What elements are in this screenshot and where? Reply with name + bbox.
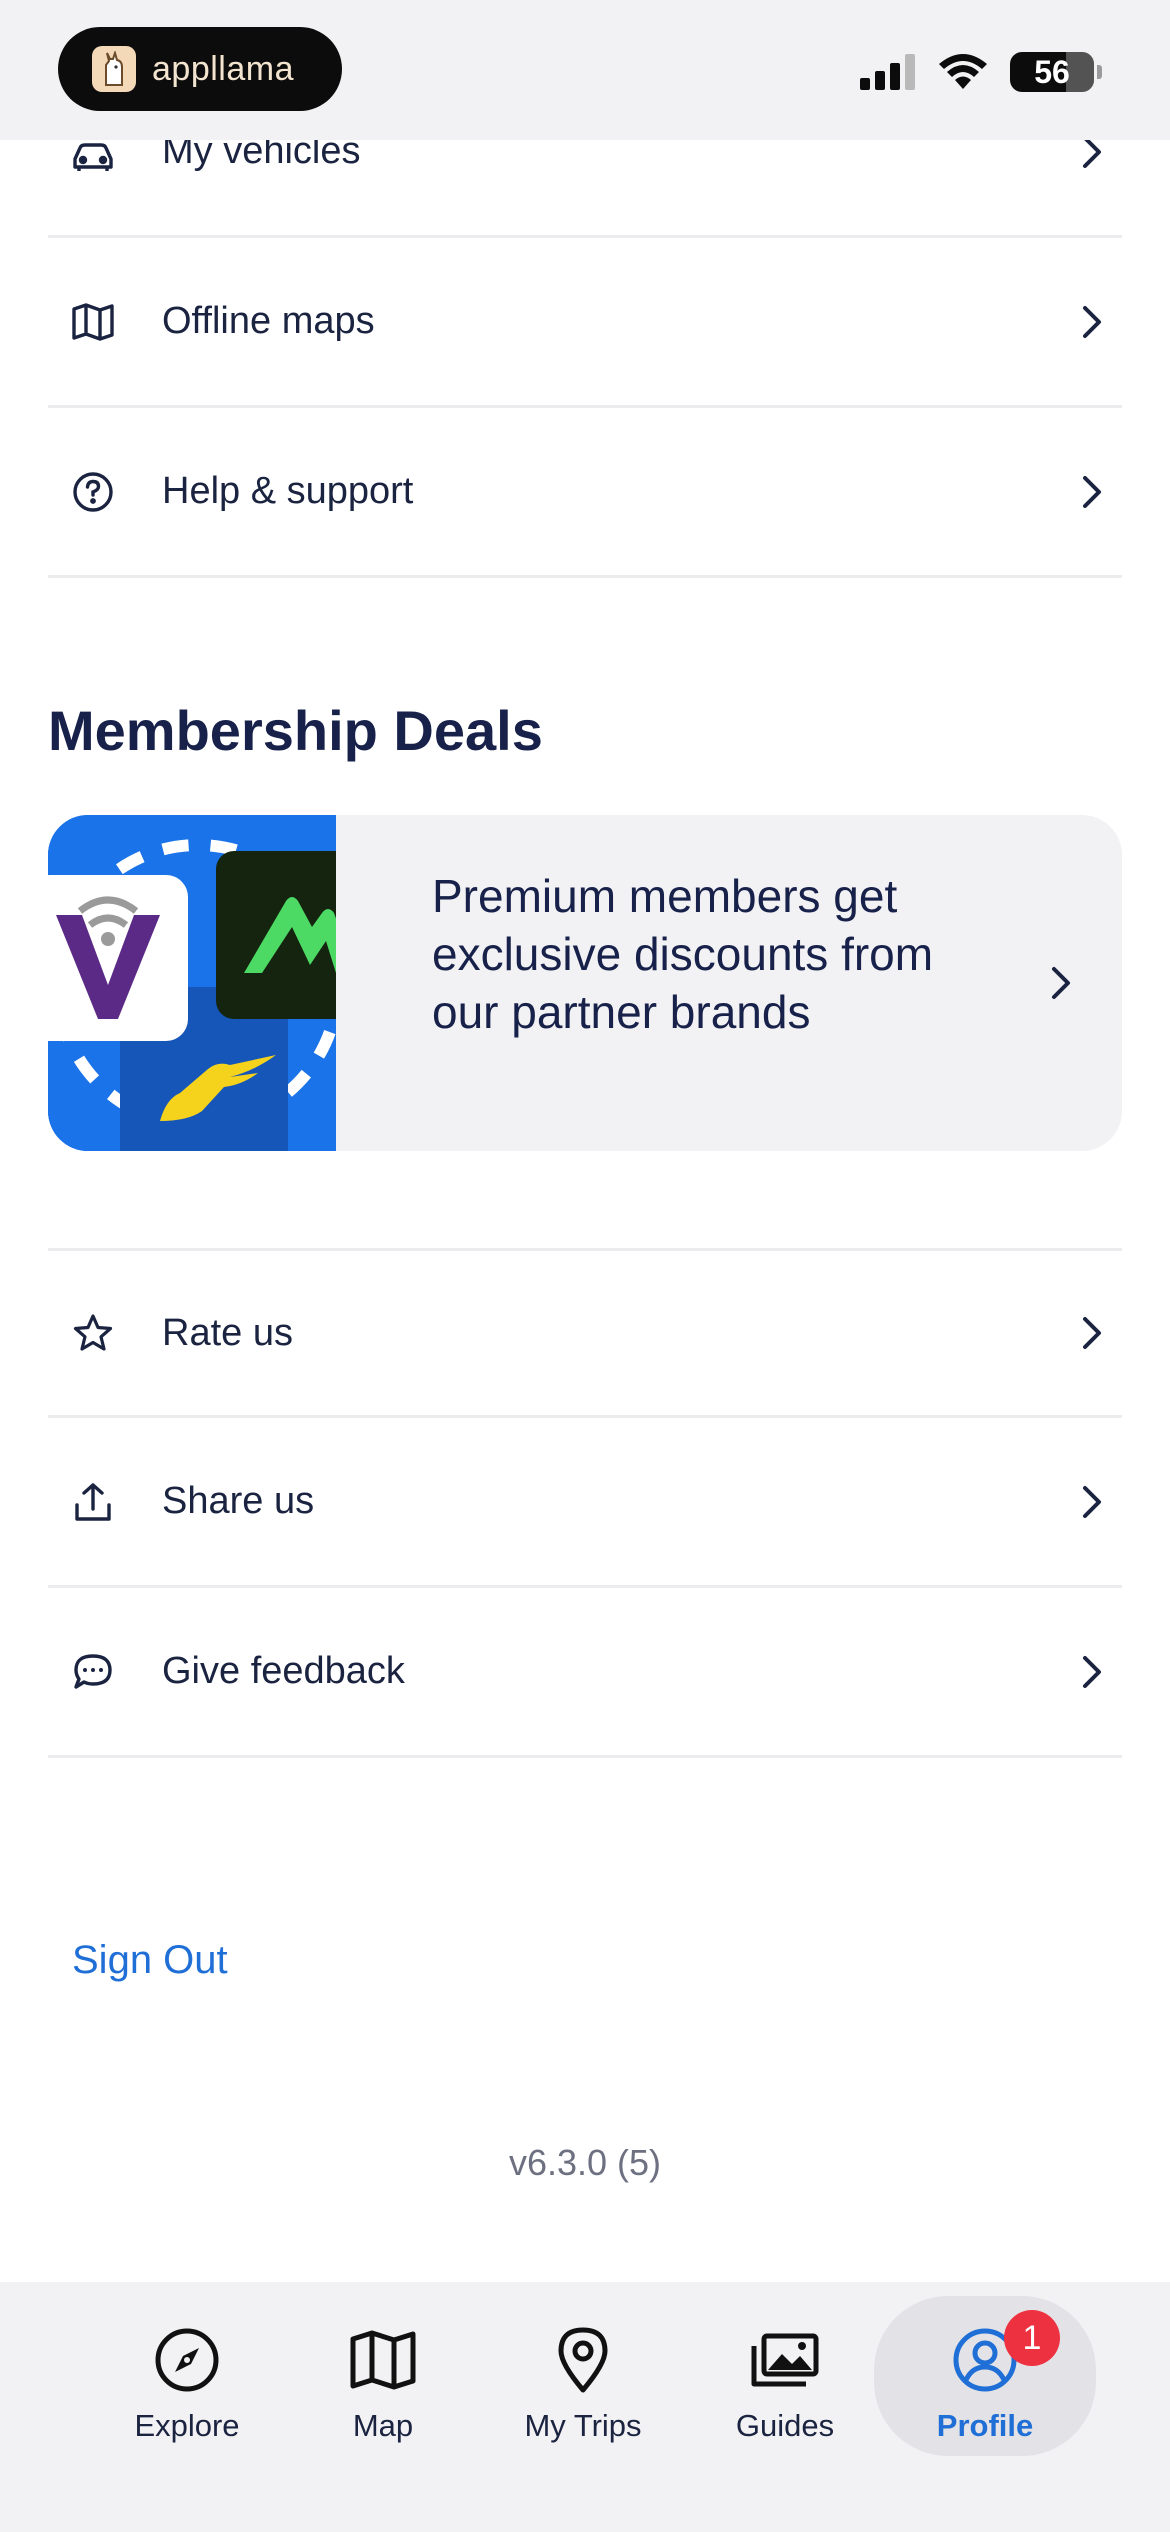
cellular-signal-icon xyxy=(860,54,915,90)
mountain-logo-icon xyxy=(216,851,336,1019)
app-indicator-pill[interactable]: appllama xyxy=(58,27,342,111)
image-gallery-icon xyxy=(750,2322,820,2398)
tab-explore[interactable]: Explore xyxy=(92,2322,282,2470)
sign-out-link[interactable]: Sign Out xyxy=(72,1938,228,1983)
battery-indicator: 56 xyxy=(1010,52,1102,92)
tab-label: My Trips xyxy=(524,2408,642,2443)
llama-icon xyxy=(92,46,136,92)
map-icon xyxy=(48,302,138,342)
chat-bubble-icon xyxy=(48,1652,138,1692)
tab-my-trips[interactable]: My Trips xyxy=(488,2322,678,2470)
notification-badge: 1 xyxy=(1004,2310,1060,2366)
chevron-right-icon xyxy=(1062,1315,1122,1351)
menu-row-label: Share us xyxy=(162,1480,315,1522)
chevron-right-icon xyxy=(1062,1484,1122,1520)
deal-description: Premium members get exclusive discounts … xyxy=(432,870,934,1038)
menu-row-label: Give feedback xyxy=(162,1650,405,1692)
menu-row-offline-maps[interactable]: Offline maps xyxy=(48,238,1122,408)
wifi-icon xyxy=(939,54,987,89)
tab-profile[interactable]: Profile 1 xyxy=(874,2296,1096,2456)
v-logo-icon xyxy=(48,875,188,1041)
share-icon xyxy=(48,1481,138,1523)
status-bar: appllama 56 xyxy=(0,0,1170,140)
location-pin-icon xyxy=(555,2322,611,2398)
tab-guides[interactable]: Guides xyxy=(690,2322,880,2470)
menu-row-share-us[interactable]: Share us xyxy=(48,1418,1122,1588)
tab-label: Map xyxy=(352,2408,414,2443)
tab-label: Profile xyxy=(936,2408,1034,2443)
chevron-right-icon xyxy=(1050,965,1072,1006)
star-icon xyxy=(48,1312,138,1354)
status-icons: 56 xyxy=(860,52,1102,92)
menu-row-help-support[interactable]: Help & support xyxy=(48,408,1122,578)
menu-row-label: Rate us xyxy=(162,1311,293,1354)
help-circle-icon xyxy=(48,471,138,513)
partner-brands-art xyxy=(48,815,336,1151)
menu-row-give-feedback[interactable]: Give feedback xyxy=(48,1588,1122,1758)
chevron-right-icon xyxy=(1062,474,1122,510)
compass-icon xyxy=(154,2322,220,2398)
membership-deals-title: Membership Deals xyxy=(48,699,543,762)
menu-row-label: Offline maps xyxy=(162,300,375,342)
map-icon xyxy=(349,2322,417,2398)
battery-level: 56 xyxy=(1034,53,1070,90)
chevron-right-icon xyxy=(1062,1654,1122,1690)
tab-bar: Explore Map My Trips Guides Profile 1 xyxy=(0,2282,1170,2532)
tab-map[interactable]: Map xyxy=(288,2322,478,2470)
app-version: v6.3.0 (5) xyxy=(508,2142,662,2183)
tab-label: Explore xyxy=(134,2408,240,2443)
menu-row-label: Help & support xyxy=(162,470,414,512)
app-name: appllama xyxy=(152,49,294,88)
menu-row-rate-us[interactable]: Rate us xyxy=(48,1248,1122,1418)
tab-label: Guides xyxy=(735,2408,835,2443)
membership-deal-card[interactable]: Premium members get exclusive discounts … xyxy=(48,815,1122,1151)
chevron-right-icon xyxy=(1062,304,1122,340)
